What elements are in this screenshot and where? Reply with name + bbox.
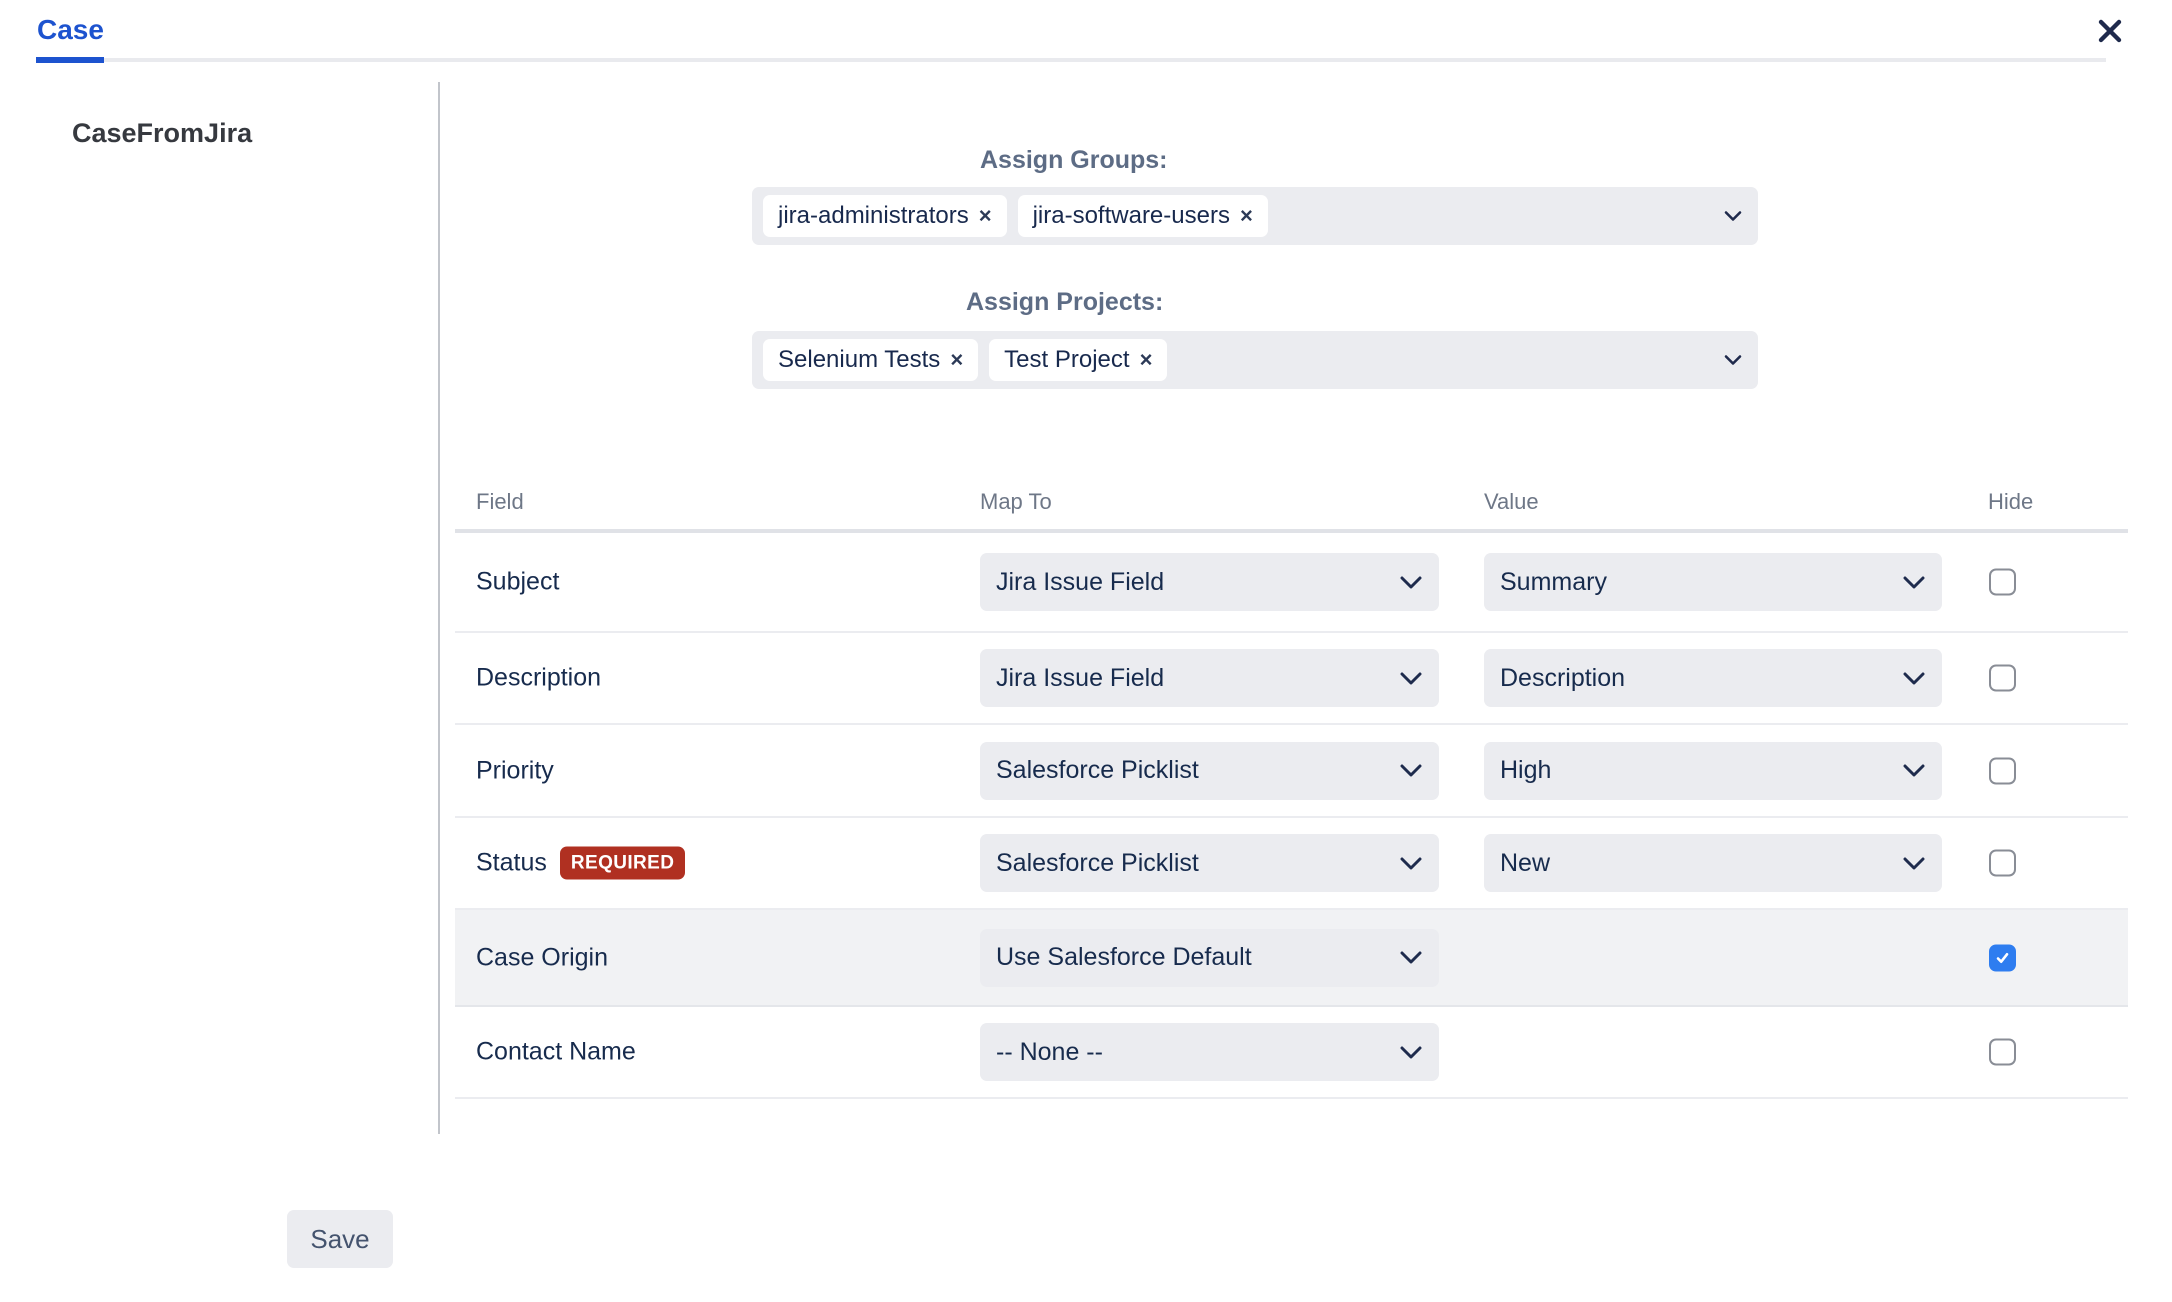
map-to-select[interactable]: Jira Issue Field (980, 649, 1439, 707)
map-to-select[interactable]: Jira Issue Field (980, 553, 1439, 611)
chip-remove-icon[interactable]: × (979, 205, 992, 227)
chevron-down-icon (1400, 951, 1422, 964)
save-button[interactable]: Save (287, 1210, 393, 1268)
assign-projects-multiselect[interactable]: Selenium Tests × Test Project × (752, 331, 1758, 389)
required-badge: REQUIRED (560, 847, 686, 880)
field-label: Case Origin (476, 943, 608, 972)
check-icon (1994, 949, 2011, 966)
chevron-down-icon (1903, 764, 1925, 777)
column-header-map-to: Map To (980, 489, 1052, 515)
chevron-down-icon (1903, 576, 1925, 589)
mapping-name-label: CaseFromJira (72, 118, 252, 149)
table-row: Contact Name -- None -- (455, 1007, 2128, 1099)
mapping-dialog: Case CaseFromJira Assign Groups: jira-ad… (0, 0, 2172, 1302)
value-select[interactable]: High (1484, 742, 1942, 800)
field-label: Subject (476, 568, 559, 597)
value-select[interactable]: Summary (1484, 553, 1942, 611)
active-tab-underline (36, 57, 104, 63)
hide-checkbox[interactable] (1989, 1039, 2016, 1066)
hide-checkbox[interactable] (1989, 569, 2016, 596)
table-row: Case Origin Use Salesforce Default (455, 910, 2128, 1007)
chip-remove-icon[interactable]: × (1140, 349, 1153, 371)
hide-checkbox[interactable] (1989, 665, 2016, 692)
table-row: Description Jira Issue Field Description (455, 633, 2128, 725)
column-header-field: Field (476, 489, 524, 515)
map-to-select[interactable]: Salesforce Picklist (980, 742, 1439, 800)
column-header-hide: Hide (1988, 489, 2033, 515)
tab-case[interactable]: Case (37, 14, 104, 46)
chevron-down-icon (1400, 576, 1422, 589)
chevron-down-icon (1903, 672, 1925, 685)
tab-bar-divider (104, 58, 2106, 62)
project-chip[interactable]: Selenium Tests × (763, 339, 978, 381)
table-row: Priority Salesforce Picklist High (455, 725, 2128, 818)
assign-groups-multiselect[interactable]: jira-administrators × jira-software-user… (752, 187, 1758, 245)
chip-remove-icon[interactable]: × (950, 349, 963, 371)
hide-checkbox[interactable] (1989, 757, 2016, 784)
chip-remove-icon[interactable]: × (1240, 205, 1253, 227)
hide-checkbox[interactable] (1989, 944, 2016, 971)
map-to-select[interactable]: Use Salesforce Default (980, 929, 1439, 987)
assign-groups-label: Assign Groups: (980, 146, 1168, 175)
chevron-down-icon (1400, 672, 1422, 685)
map-to-select[interactable]: -- None -- (980, 1023, 1439, 1081)
table-row: Subject Jira Issue Field Summary (455, 533, 2128, 633)
field-label: Contact Name (476, 1038, 636, 1067)
value-select[interactable]: New (1484, 834, 1942, 892)
project-chip[interactable]: Test Project × (989, 339, 1167, 381)
value-select[interactable]: Description (1484, 649, 1942, 707)
hide-checkbox[interactable] (1989, 850, 2016, 877)
chevron-down-icon (1724, 211, 1742, 222)
field-label: Description (476, 664, 601, 693)
sidebar-divider (438, 82, 440, 1134)
chevron-down-icon (1400, 1046, 1422, 1059)
table-row: Status REQUIRED Salesforce Picklist New (455, 818, 2128, 910)
assign-projects-label: Assign Projects: (966, 288, 1163, 317)
close-icon[interactable] (2092, 13, 2128, 49)
chevron-down-icon (1400, 764, 1422, 777)
field-label: Priority (476, 756, 554, 785)
group-chip[interactable]: jira-software-users × (1018, 195, 1268, 237)
chevron-down-icon (1903, 857, 1925, 870)
group-chip[interactable]: jira-administrators × (763, 195, 1007, 237)
field-label: Status (476, 849, 547, 878)
column-header-value: Value (1484, 489, 1539, 515)
chevron-down-icon (1400, 857, 1422, 870)
map-to-select[interactable]: Salesforce Picklist (980, 834, 1439, 892)
chevron-down-icon (1724, 355, 1742, 366)
